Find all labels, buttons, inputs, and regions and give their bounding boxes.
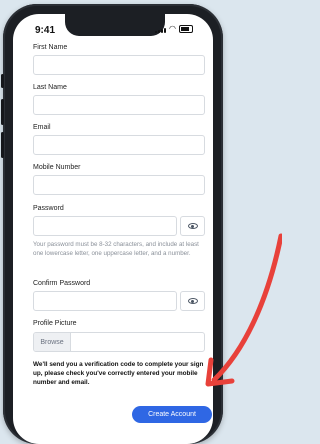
arrow-annotation	[205, 233, 282, 387]
